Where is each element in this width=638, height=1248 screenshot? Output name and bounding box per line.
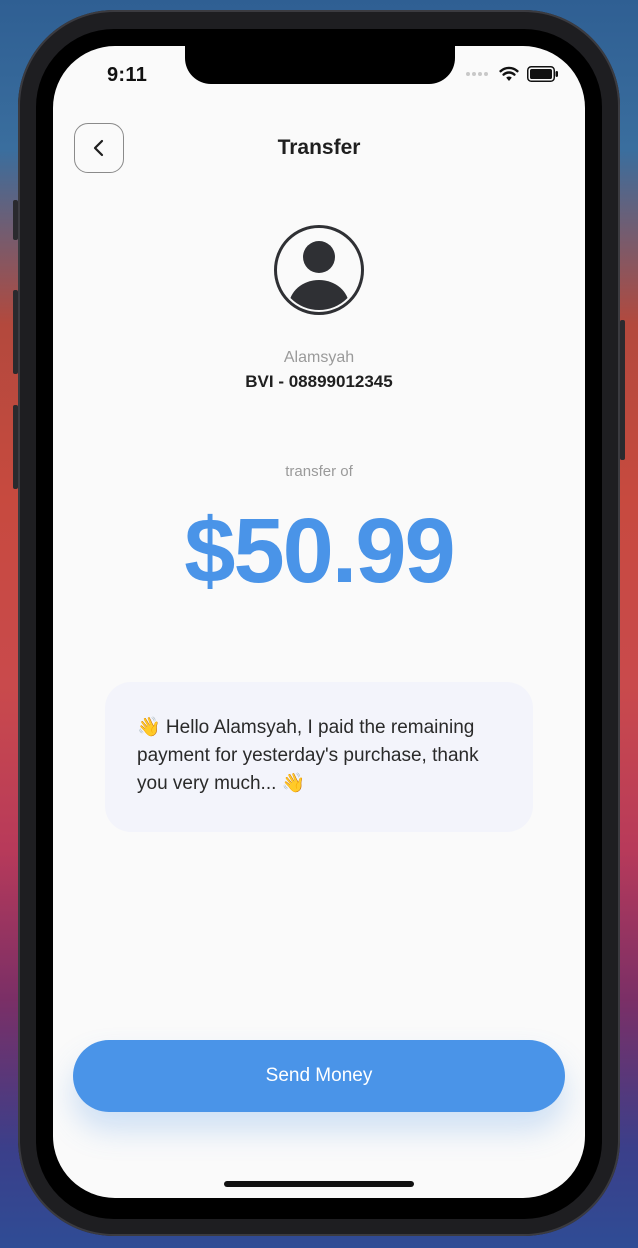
message-text: 👋 Hello Alamsyah, I paid the remaining p… — [137, 717, 479, 794]
user-avatar-icon — [274, 225, 364, 315]
home-indicator[interactable] — [224, 1181, 414, 1187]
cellular-signal-icon — [466, 72, 488, 76]
status-time: 9:11 — [107, 64, 148, 86]
recipient-name: Alamsyah — [283, 349, 355, 366]
send-money-button[interactable]: Send Money — [73, 1040, 565, 1112]
transfer-label: transfer of — [285, 463, 353, 480]
silent-switch — [13, 200, 18, 240]
battery-icon — [527, 66, 558, 82]
recipient-account: BVI - 08899012345 — [245, 372, 393, 391]
volume-down-button — [13, 405, 18, 489]
wifi-icon — [499, 66, 519, 81]
transfer-amount: $50.99 — [184, 500, 455, 602]
app-screen: 9:11 Transfer Alamsyah BVI - 08899012345… — [53, 46, 585, 1198]
status-icons — [465, 66, 559, 82]
message-card: 👋 Hello Alamsyah, I paid the remaining p… — [105, 682, 533, 832]
volume-up-button — [13, 290, 18, 374]
notch — [185, 46, 455, 84]
send-money-label: Send Money — [265, 1065, 373, 1086]
power-button — [620, 320, 625, 460]
page-title: Transfer — [277, 136, 361, 159]
